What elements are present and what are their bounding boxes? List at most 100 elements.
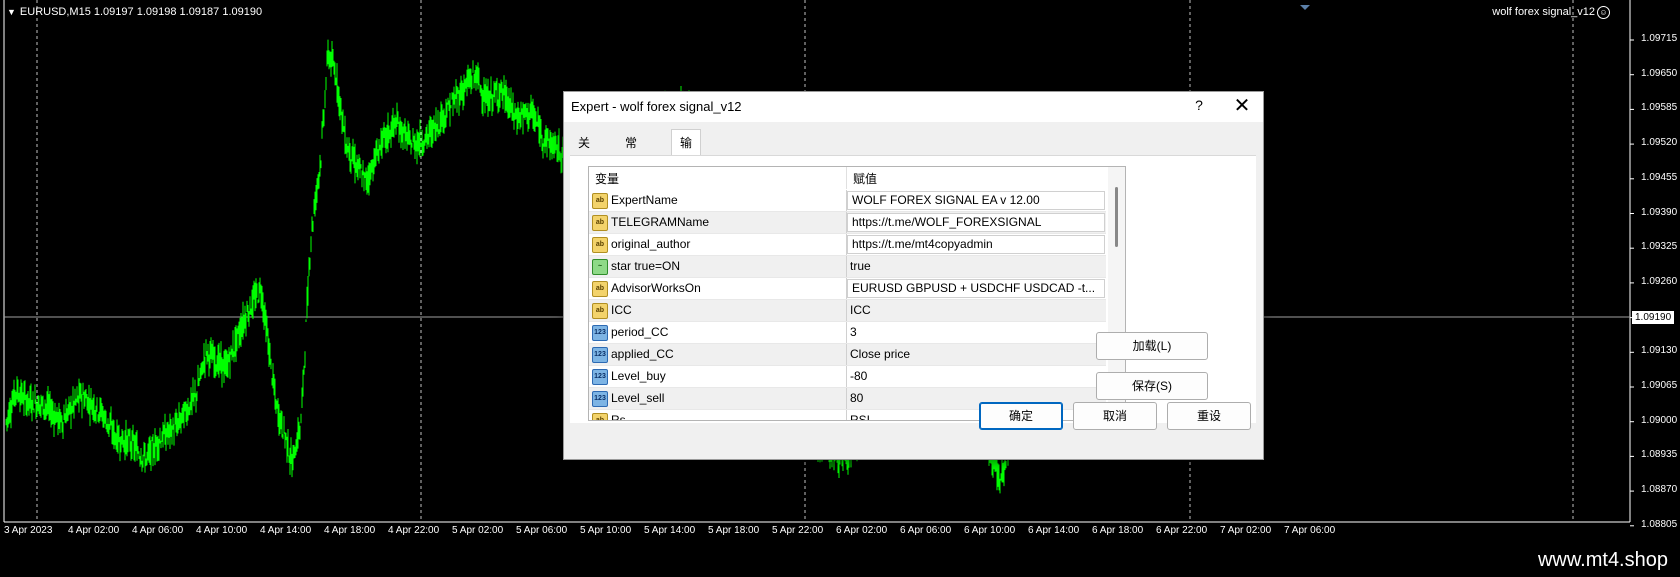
parameter-row[interactable]: ab ICC ICC xyxy=(589,300,1106,322)
parameter-row[interactable]: 123 period_CC 3 xyxy=(589,322,1106,344)
parameter-name: period_CC xyxy=(611,325,669,339)
close-button[interactable]: ✕ xyxy=(1228,95,1256,119)
scrollbar-thumb[interactable] xyxy=(1115,187,1118,247)
string-type-icon: ab xyxy=(592,237,608,253)
parameter-value[interactable]: -80 xyxy=(850,369,1104,383)
parameter-row[interactable]: ~ star true=ON true xyxy=(589,256,1106,278)
dialog-titlebar[interactable]: Expert - wolf forex signal_v12 ? ✕ xyxy=(564,92,1263,122)
header-value[interactable]: 赋值 xyxy=(853,170,877,187)
time-scale-label: 6 Apr 18:00 xyxy=(1092,525,1144,536)
time-scale-label: 5 Apr 14:00 xyxy=(644,525,696,536)
parameter-value[interactable]: ICC xyxy=(850,303,1104,317)
time-scale-label: 7 Apr 06:00 xyxy=(1284,525,1336,536)
reset-button[interactable]: 重设 xyxy=(1167,402,1251,430)
cancel-button[interactable]: 取消 xyxy=(1073,402,1157,430)
string-type-icon: ab xyxy=(592,413,608,420)
string-type-icon: ab xyxy=(592,215,608,231)
boolean-type-icon: ~ xyxy=(592,259,608,275)
parameter-name: applied_CC xyxy=(611,347,674,361)
price-scale-label: 1.08805 xyxy=(1641,518,1678,530)
shift-marker-icon xyxy=(1300,5,1310,10)
time-scale-label: 6 Apr 14:00 xyxy=(1028,525,1080,536)
symbol-info: ▼ EURUSD,M15 1.09197 1.09198 1.09187 1.09… xyxy=(7,6,262,18)
watermark-bar: www.mt4.shop xyxy=(0,545,1680,577)
dialog-title: Expert - wolf forex signal_v12 xyxy=(571,99,742,114)
price-scale-label: 1.09585 xyxy=(1641,102,1678,114)
parameter-name: Level_buy xyxy=(611,369,666,383)
time-scale-label: 6 Apr 06:00 xyxy=(900,525,952,536)
time-scale-label: 5 Apr 22:00 xyxy=(772,525,824,536)
parameter-value[interactable]: WOLF FOREX SIGNAL EA v 12.00 xyxy=(847,191,1105,210)
price-scale-label: 1.08870 xyxy=(1641,484,1678,496)
price-scale-label: 1.08935 xyxy=(1641,449,1678,461)
parameter-value[interactable]: true xyxy=(850,259,1104,273)
price-scale-label: 1.09455 xyxy=(1641,171,1678,183)
column-divider xyxy=(846,344,847,365)
smiley-icon: ☺ xyxy=(1597,6,1610,19)
price-scale-label: 1.09650 xyxy=(1641,67,1678,79)
parameter-value[interactable]: https://t.me/WOLF_FOREXSIGNAL xyxy=(847,213,1105,232)
time-scale-label: 4 Apr 14:00 xyxy=(260,525,312,536)
time-scale-label: 6 Apr 10:00 xyxy=(964,525,1016,536)
column-divider xyxy=(846,410,847,420)
parameter-row[interactable]: ab AdvisorWorksOn EURUSD GBPUSD + USDCHF U… xyxy=(589,278,1106,300)
price-scale-label: 1.09065 xyxy=(1641,380,1678,391)
parameter-name: ExpertName xyxy=(611,193,678,207)
tab-inputs[interactable]: 输入参数 xyxy=(671,129,702,228)
load-button[interactable]: 加载(L) xyxy=(1096,332,1208,360)
symbol-info-text: EURUSD,M15 1.09197 1.09198 1.09187 1.091… xyxy=(19,6,263,18)
expert-label[interactable]: wolf forex signal_v12 ☺ xyxy=(1492,6,1610,19)
current-price-tag: 1.09190 xyxy=(1632,311,1675,324)
parameter-name: AdvisorWorksOn xyxy=(611,281,701,295)
time-scale-label: 7 Apr 02:00 xyxy=(1220,525,1272,536)
parameter-row[interactable]: ab original_author https://t.me/mt4copyadm… xyxy=(589,234,1106,256)
help-button[interactable]: ? xyxy=(1185,97,1213,117)
time-scale-label: 4 Apr 10:00 xyxy=(196,525,248,536)
time-scale-label: 6 Apr 02:00 xyxy=(836,525,888,536)
expert-name: wolf forex signal_v12 xyxy=(1492,6,1595,18)
time-scale-label: 5 Apr 02:00 xyxy=(452,525,504,536)
parameter-value[interactable]: 80 xyxy=(850,391,1104,405)
parameter-value[interactable]: 3 xyxy=(850,325,1104,339)
time-scale-label: 3 Apr 2023 xyxy=(4,525,53,536)
parameter-row[interactable]: 123 Level_buy -80 xyxy=(589,366,1106,388)
parameter-value[interactable]: Close price xyxy=(850,347,1104,361)
tab-about[interactable]: 关于 xyxy=(570,132,598,172)
parameter-row[interactable]: 123 applied_CC Close price xyxy=(589,344,1106,366)
price-scale-label: 1.09390 xyxy=(1641,206,1678,218)
number-type-icon: 123 xyxy=(592,369,608,385)
parameter-value[interactable]: RSI xyxy=(850,413,1104,420)
parameter-value[interactable]: EURUSD GBPUSD + USDCHF USDCAD -t... xyxy=(847,279,1105,298)
parameter-name: TELEGRAMName xyxy=(611,215,710,229)
parameters-table[interactable]: 变量 赋值 ab ExpertName WOLF FOREX SIGNAL EA v… xyxy=(588,166,1126,421)
number-type-icon: 123 xyxy=(592,325,608,341)
inputs-panel: 变量 赋值 ab ExpertName WOLF FOREX SIGNAL EA v… xyxy=(570,155,1256,423)
time-scale-label: 4 Apr 22:00 xyxy=(388,525,440,536)
tab-common[interactable]: 常用 xyxy=(617,132,645,172)
parameter-name: Rs xyxy=(611,413,626,421)
expert-properties-dialog: Expert - wolf forex signal_v12 ? ✕ 关于 常用… xyxy=(563,91,1264,460)
time-scale-label: 4 Apr 18:00 xyxy=(324,525,376,536)
string-type-icon: ab xyxy=(592,193,608,209)
time-scale-label: 5 Apr 18:00 xyxy=(708,525,760,536)
parameter-value[interactable]: https://t.me/mt4copyadmin xyxy=(847,235,1105,254)
parameter-row[interactable]: ab ExpertName WOLF FOREX SIGNAL EA v 12.00 xyxy=(589,190,1106,212)
ok-button[interactable]: 确定 xyxy=(979,402,1063,430)
time-scale-label: 4 Apr 06:00 xyxy=(132,525,184,536)
header-divider[interactable] xyxy=(846,167,847,189)
column-divider xyxy=(846,388,847,409)
table-header: 变量 赋值 xyxy=(589,167,1106,189)
price-scale-label: 1.09520 xyxy=(1641,137,1678,149)
parameter-row[interactable]: ab TELEGRAMName https://t.me/WOLF_FOREXSIG… xyxy=(589,212,1106,234)
save-button[interactable]: 保存(S) xyxy=(1096,372,1208,400)
watermark-text: www.mt4.shop xyxy=(1537,549,1668,571)
column-divider xyxy=(846,322,847,343)
header-variable[interactable]: 变量 xyxy=(595,170,619,187)
column-divider xyxy=(846,366,847,387)
column-divider xyxy=(846,256,847,277)
dropdown-triangle-icon[interactable]: ▼ xyxy=(7,7,16,17)
time-scale-label: 6 Apr 22:00 xyxy=(1156,525,1208,536)
number-type-icon: 123 xyxy=(592,391,608,407)
string-type-icon: ab xyxy=(592,281,608,297)
parameter-name: star true=ON xyxy=(611,259,681,273)
